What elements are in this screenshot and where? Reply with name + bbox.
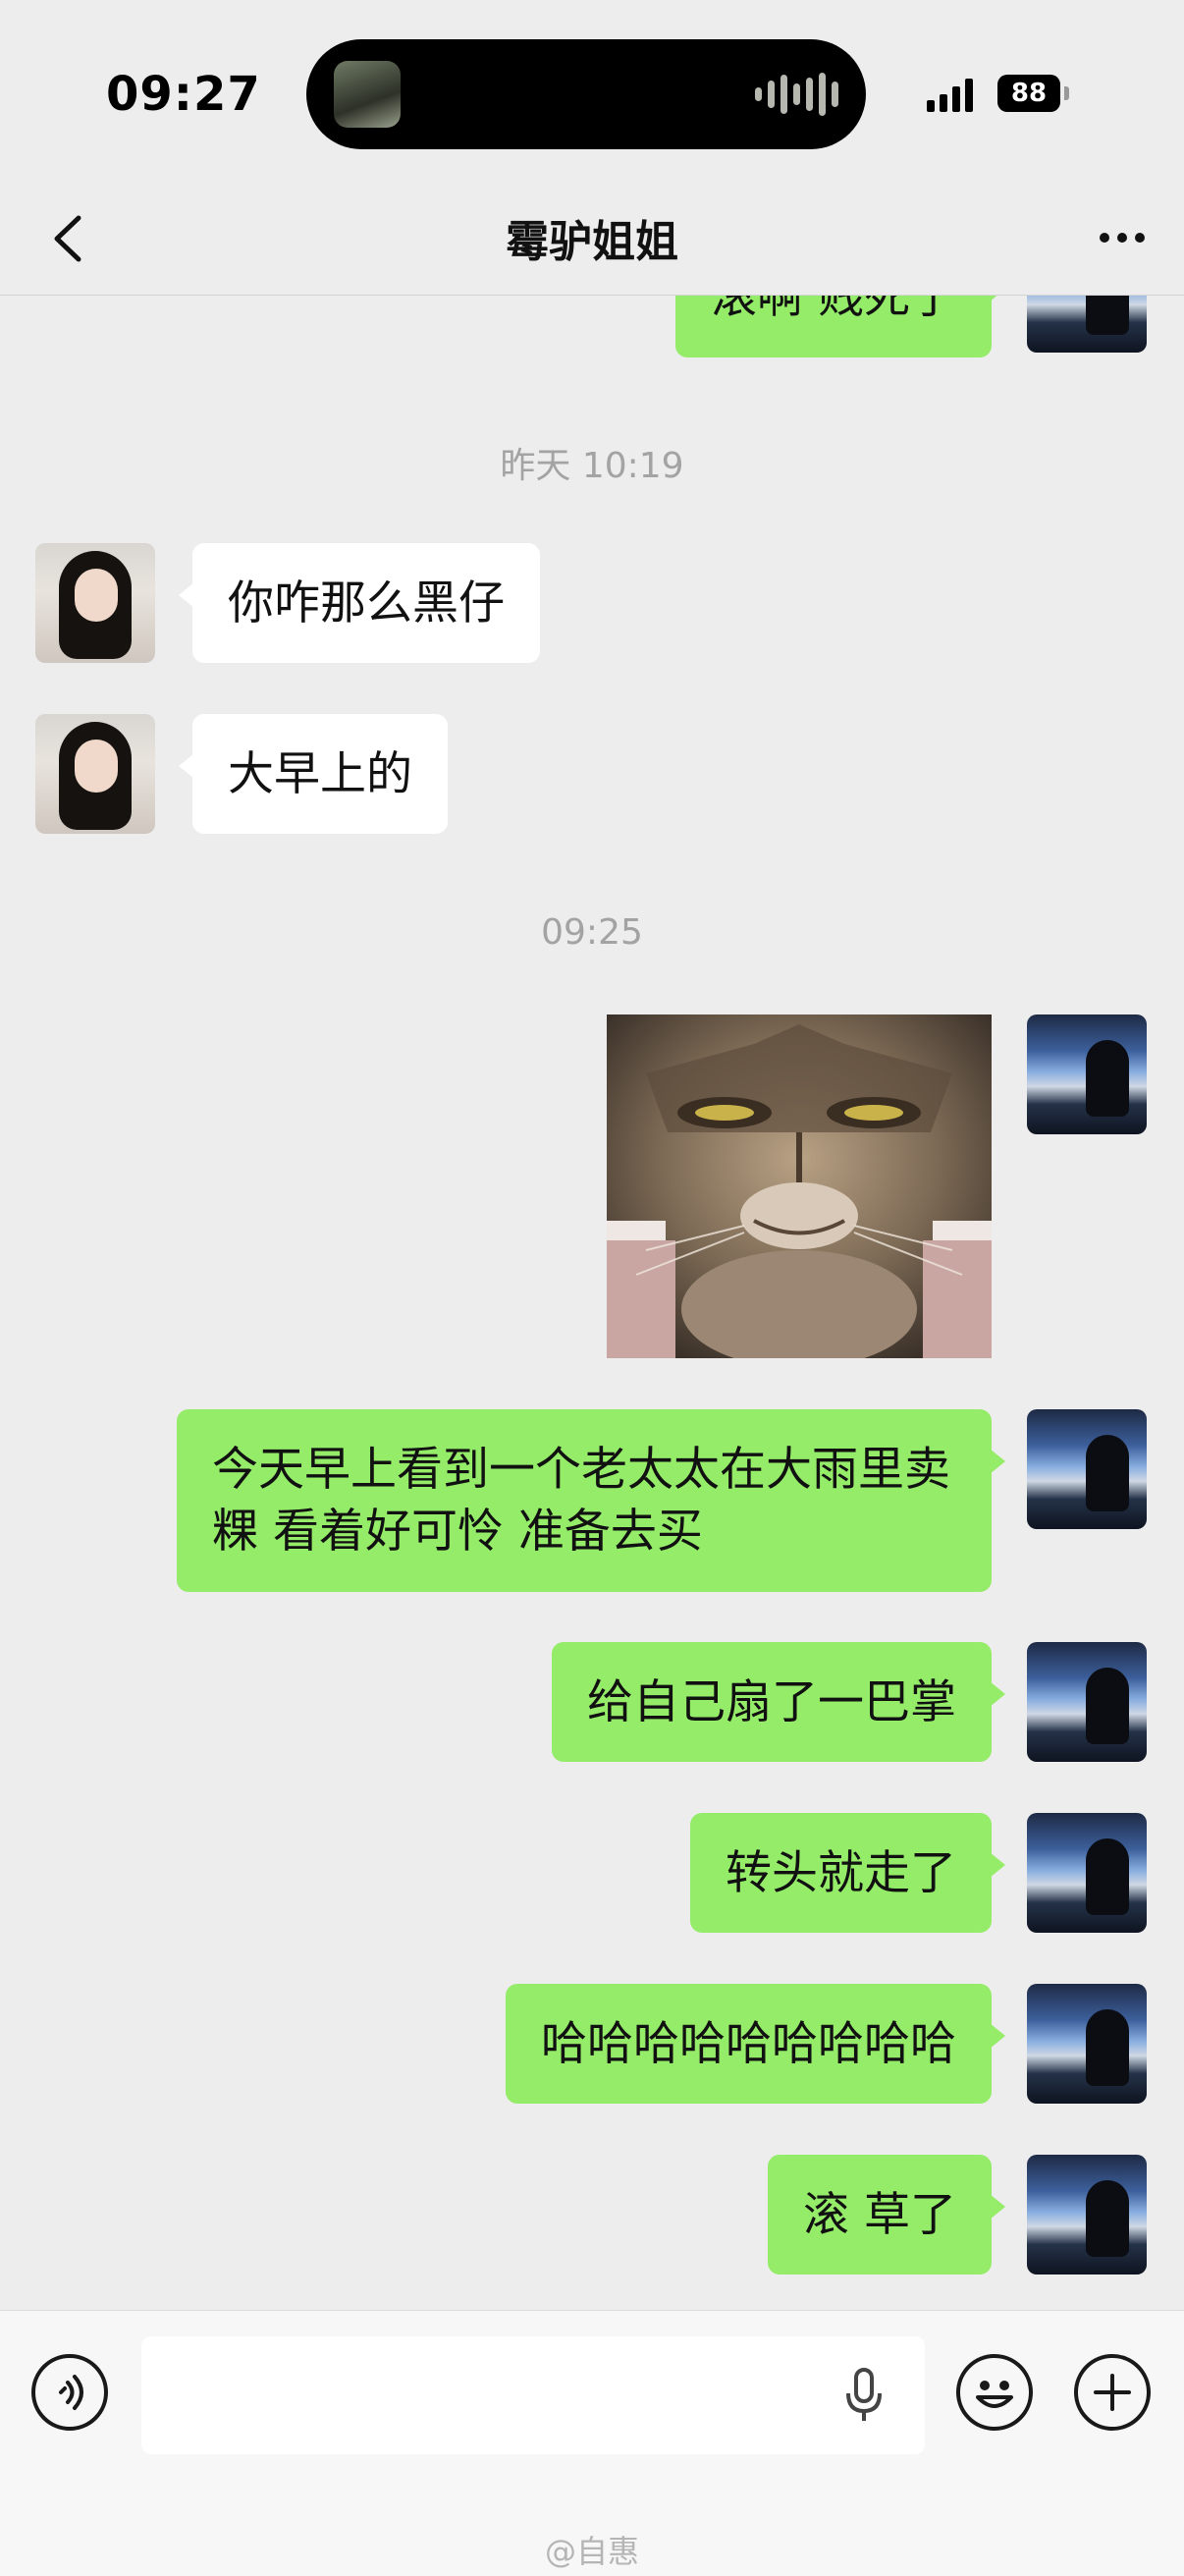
message-list[interactable]: 滚啊 贱死了 昨天 10:19 你咋那么黑仔 大早上的 09:25 今天早上看到… bbox=[0, 296, 1184, 2309]
message-text: 给自己扇了一巴掌 bbox=[587, 1675, 956, 1729]
audio-waveform-icon bbox=[755, 73, 838, 116]
battery-indicator: 88 bbox=[997, 75, 1060, 112]
message-text: 大早上的 bbox=[228, 747, 412, 801]
message-outgoing[interactable]: 哈哈哈哈哈哈哈哈哈 bbox=[506, 1984, 1005, 2104]
message-incoming[interactable]: 大早上的 bbox=[179, 714, 448, 834]
more-dot bbox=[1135, 233, 1145, 243]
timestamp: 09:25 bbox=[541, 912, 643, 953]
input-bar: @自惠 bbox=[0, 2310, 1184, 2576]
message-incoming[interactable]: 你咋那么黑仔 bbox=[179, 543, 540, 663]
chat-title: 霉驴姐姐 bbox=[506, 217, 678, 267]
more-functions-button[interactable] bbox=[1074, 2354, 1151, 2431]
weibo-watermark: @自惠 bbox=[544, 2533, 639, 2570]
message-outgoing[interactable]: 转头就走了 bbox=[690, 1813, 1005, 1933]
more-dot bbox=[1117, 233, 1127, 243]
avatar-contact[interactable] bbox=[35, 543, 155, 663]
status-bar: 09:27 88 bbox=[0, 0, 1184, 187]
voice-icon bbox=[59, 2375, 83, 2410]
avatar-me[interactable] bbox=[1027, 1813, 1147, 1933]
microphone-icon[interactable] bbox=[842, 2366, 886, 2425]
avatar-me[interactable] bbox=[1027, 1014, 1147, 1134]
dynamic-island[interactable] bbox=[306, 39, 866, 149]
message-text: 转头就走了 bbox=[726, 1846, 956, 1900]
back-button[interactable] bbox=[41, 204, 100, 273]
more-options-button[interactable] bbox=[1088, 208, 1157, 267]
voice-toggle-button[interactable] bbox=[31, 2354, 108, 2431]
avatar-me[interactable] bbox=[1027, 1409, 1147, 1529]
battery-cap bbox=[1064, 86, 1069, 100]
emoji-icon bbox=[976, 2381, 1013, 2408]
chevron-left-icon bbox=[54, 215, 81, 262]
emoji-button[interactable] bbox=[956, 2354, 1033, 2431]
image-message-cat[interactable] bbox=[607, 1014, 992, 1358]
chat-header: 霉驴姐姐 bbox=[0, 187, 1184, 296]
status-time: 09:27 bbox=[106, 67, 261, 122]
message-text: 哈哈哈哈哈哈哈哈哈 bbox=[541, 2017, 956, 2071]
message-outgoing[interactable]: 给自己扇了一巴掌 bbox=[552, 1642, 1005, 1762]
message-text: 今天早上看到一个老太太在大雨里卖粿 看着好可怜 准备去买 bbox=[212, 1443, 950, 1559]
avatar-me[interactable] bbox=[1027, 1984, 1147, 2104]
timestamp: 昨天 10:19 bbox=[500, 446, 684, 486]
message-text: 你咋那么黑仔 bbox=[228, 576, 505, 630]
more-dots-icon bbox=[1100, 233, 1109, 243]
message-text: 滚啊 贱死了 bbox=[711, 296, 956, 324]
avatar-me[interactable] bbox=[1027, 1642, 1147, 1762]
now-playing-artwork bbox=[334, 61, 401, 128]
message-outgoing[interactable]: 滚啊 贱死了 bbox=[675, 296, 1005, 357]
message-input[interactable] bbox=[141, 2336, 925, 2454]
message-outgoing[interactable]: 今天早上看到一个老太太在大雨里卖粿 看着好可怜 准备去买 bbox=[177, 1409, 1005, 1592]
avatar-me[interactable] bbox=[1027, 296, 1147, 353]
message-text: 滚 草了 bbox=[803, 2188, 956, 2242]
plus-icon bbox=[1094, 2374, 1131, 2411]
avatar-contact[interactable] bbox=[35, 714, 155, 834]
cellular-signal-icon bbox=[927, 77, 973, 112]
message-outgoing[interactable]: 滚 草了 bbox=[768, 2155, 1005, 2275]
avatar-me[interactable] bbox=[1027, 2155, 1147, 2275]
cat-sticker-image bbox=[607, 1014, 992, 1358]
